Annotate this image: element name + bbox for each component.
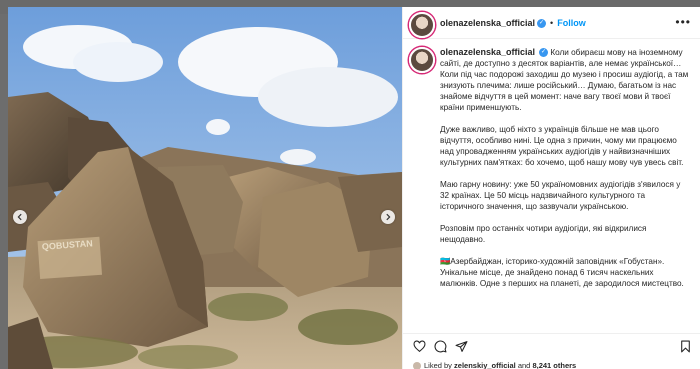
caption-area[interactable]: olenazelenska_official ✓ Коли обираєш мов… (403, 39, 700, 333)
post-header: olenazelenska_official ✓ • Follow ••• (403, 7, 700, 39)
verified-badge-icon: ✓ (539, 48, 549, 58)
comment-button[interactable] (434, 340, 447, 353)
caption-paragraph-1: olenazelenska_official ✓ Коли обираєш мов… (440, 47, 690, 113)
carousel-next-button[interactable] (381, 210, 395, 224)
like-button[interactable] (413, 340, 426, 353)
share-button[interactable] (455, 340, 468, 353)
comment-icon (434, 340, 447, 353)
avatar[interactable] (409, 12, 435, 38)
action-bar (403, 333, 700, 358)
follow-button[interactable]: Follow (557, 18, 586, 28)
caption-paragraph-3: Маю гарну новину: уже 50 україномовних а… (440, 180, 681, 211)
caption-paragraph-4: Розповім про останніх чотири аудіогіди, … (440, 224, 647, 244)
caption-avatar[interactable] (409, 47, 435, 73)
qobustan-rocks-photo: QOBUSTAN (8, 7, 402, 369)
liker-username[interactable]: zelenskiy_official (454, 361, 516, 369)
post-modal: QOBUSTAN olenazelenska_official ✓ • Foll… (8, 7, 700, 369)
heart-icon (413, 340, 426, 353)
header-row: olenazelenska_official ✓ • Follow (440, 18, 586, 28)
bookmark-icon (681, 340, 690, 353)
caption-paragraph-text: Коли обираєш мову на іноземному сайті, д… (440, 48, 689, 112)
liked-prefix: Liked by (424, 361, 452, 369)
post-details-panel: olenazelenska_official ✓ • Follow ••• ol… (402, 7, 700, 369)
post-photo[interactable]: QOBUSTAN (8, 7, 402, 369)
chevron-right-icon (386, 213, 391, 221)
save-button[interactable] (679, 340, 692, 353)
caption-text: olenazelenska_official ✓ Коли обираєш мов… (440, 47, 690, 300)
caption-paragraph-2: Дуже важливо, щоб ніхто з українців біль… (440, 125, 684, 167)
chevron-left-icon (17, 213, 22, 221)
author-username[interactable]: olenazelenska_official (440, 18, 535, 28)
carousel-prev-button[interactable] (13, 210, 27, 224)
separator: • (550, 18, 554, 28)
liked-middle: and (517, 361, 531, 369)
likes-count[interactable]: 8,241 others (532, 361, 576, 369)
more-horizontal-icon[interactable]: ••• (675, 15, 691, 29)
liked-by-line: Liked by zelenskiy_official and 8,241 ot… (413, 361, 576, 369)
liker-avatar (413, 362, 421, 369)
caption-paragraph-5: 🇦🇿Азербайджан, історико-художній заповід… (440, 257, 684, 288)
caption-username[interactable]: olenazelenska_official (440, 47, 535, 57)
share-icon (455, 341, 468, 352)
verified-badge-icon: ✓ (537, 18, 547, 28)
